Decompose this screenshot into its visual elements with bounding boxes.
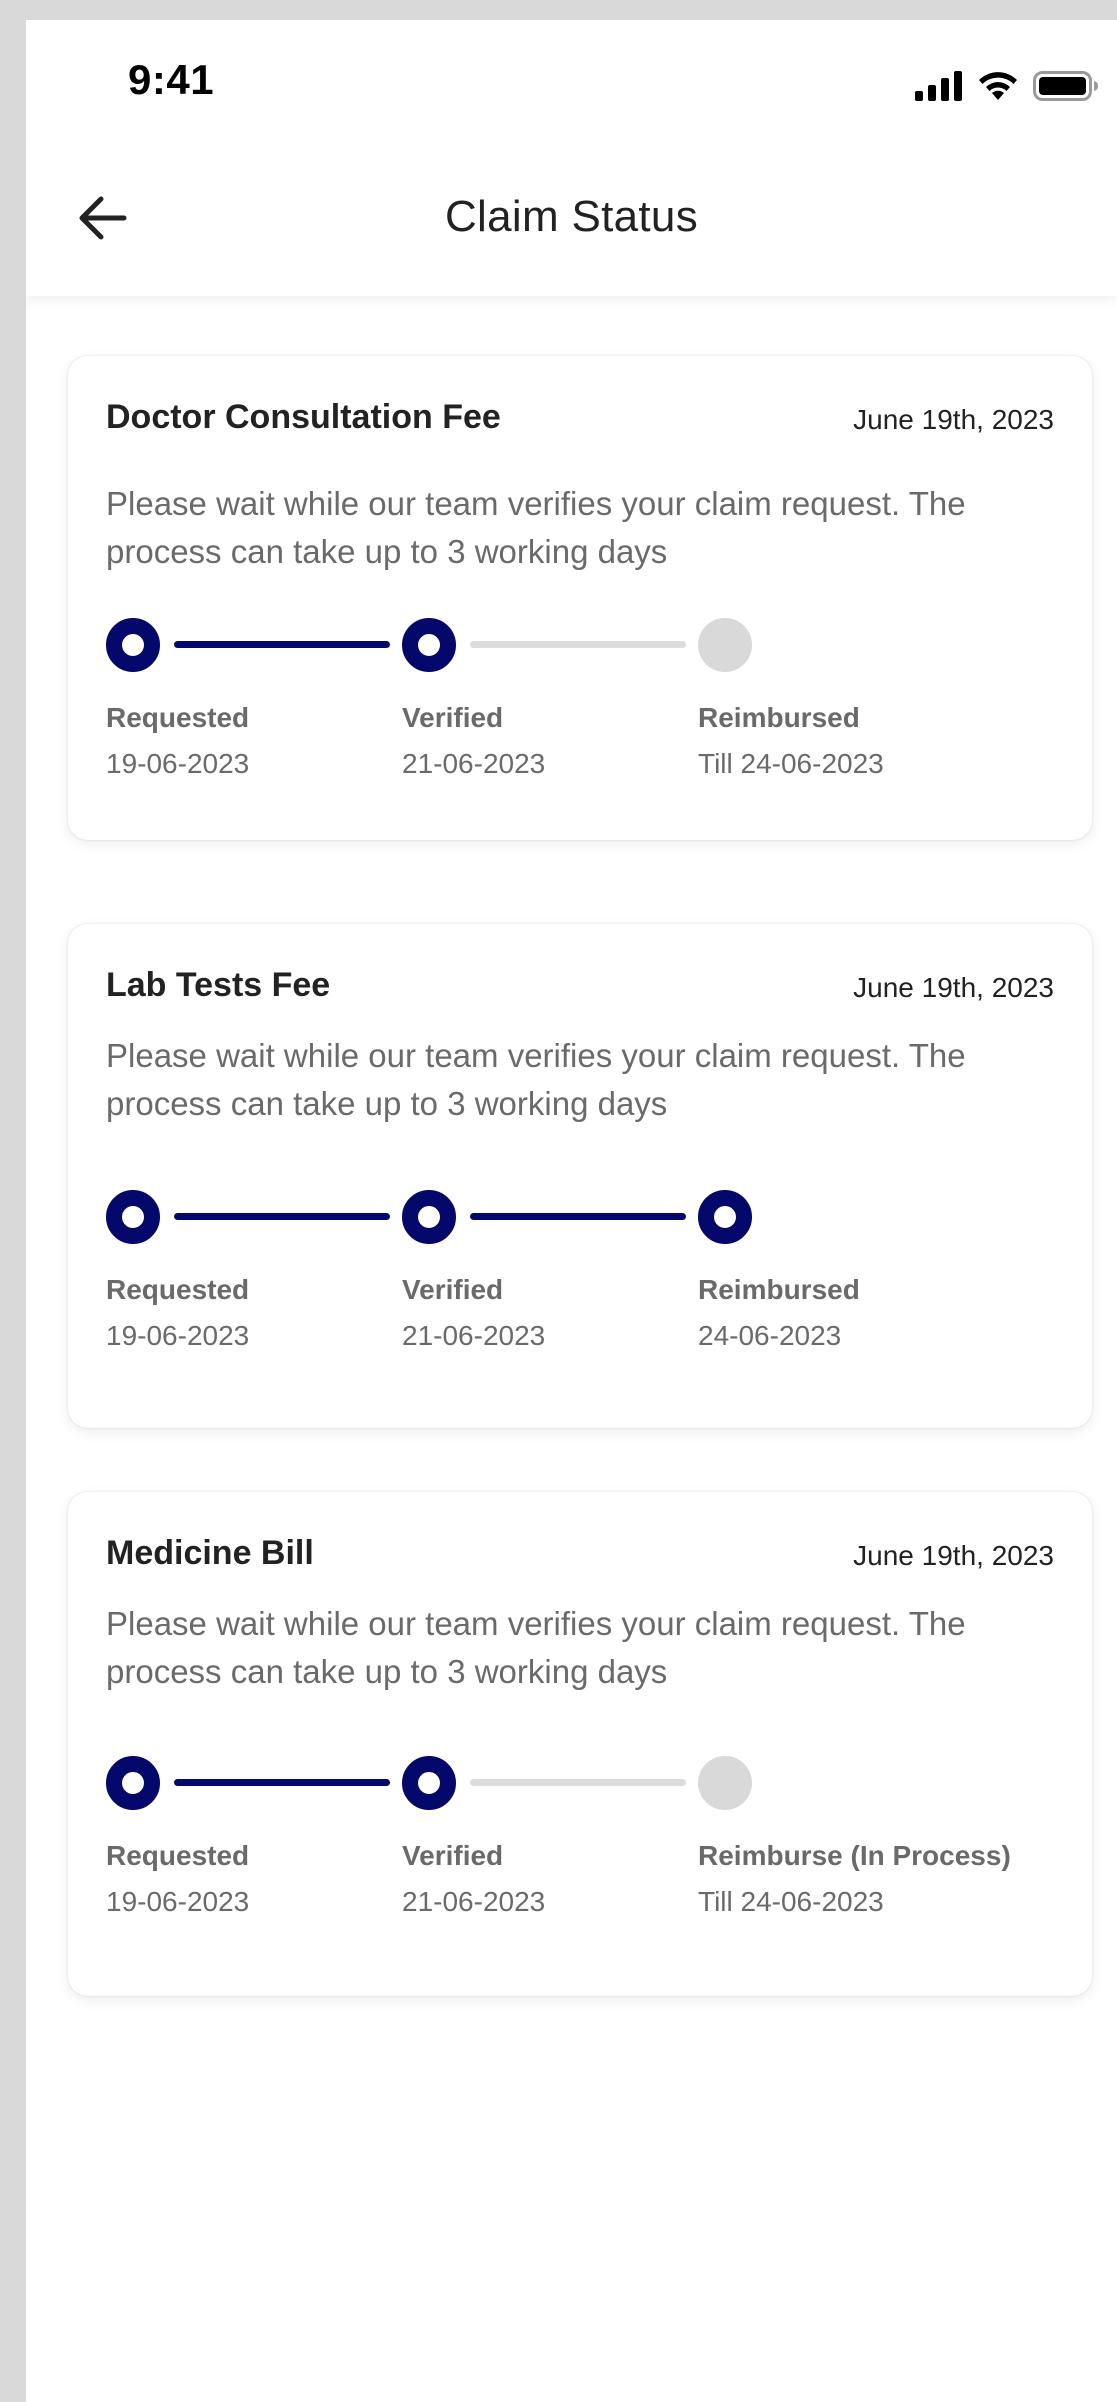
step-indicator — [402, 618, 456, 672]
step-date: 21-06-2023 — [402, 748, 546, 779]
claim-card[interactable]: Doctor Consultation Fee June 19th, 2023 … — [68, 356, 1092, 840]
status-icons — [915, 66, 1099, 106]
step-connector — [174, 1213, 390, 1220]
wifi-icon — [979, 72, 1017, 100]
phone-screen: 9:41 Claim Status Doctor Consultation Fe… — [26, 20, 1117, 2402]
step-date: 19-06-2023 — [106, 1320, 250, 1351]
step-date: 21-06-2023 — [402, 1320, 546, 1351]
battery-icon — [1033, 71, 1098, 101]
step-connector — [174, 641, 390, 648]
step-label: Verified — [402, 702, 504, 733]
step-connector — [470, 641, 686, 648]
claim-title: Medicine Bill — [106, 1534, 314, 1572]
claim-card[interactable]: Medicine Bill June 19th, 2023 Please wai… — [68, 1492, 1092, 1996]
app-header: Claim Status — [26, 140, 1117, 296]
status-time: 9:41 — [128, 56, 215, 103]
step-indicator — [698, 618, 752, 672]
claim-title: Doctor Consultation Fee — [106, 398, 501, 436]
step-connector — [174, 1779, 390, 1786]
step-date: Till 24-06-2023 — [698, 1886, 884, 1917]
page-title: Claim Status — [444, 192, 698, 241]
step-indicator — [698, 1190, 752, 1244]
step-date: Till 24-06-2023 — [698, 748, 884, 779]
step-indicator — [106, 1190, 160, 1244]
step-indicator — [402, 1190, 456, 1244]
claim-description: Please wait while our team verifies your… — [106, 1605, 966, 1690]
progress-tracker: Requested 19-06-2023 Verified 21-06-2023… — [106, 618, 1056, 779]
step-indicator — [402, 1756, 456, 1810]
claim-date: June 19th, 2023 — [853, 1540, 1054, 1571]
step-date: 19-06-2023 — [106, 748, 250, 779]
step-label: Requested — [106, 1840, 250, 1871]
signal-icon — [915, 71, 962, 101]
claim-description: Please wait while our team verifies your… — [106, 1037, 966, 1122]
step-connector — [470, 1213, 686, 1220]
step-label: Requested — [106, 702, 250, 733]
step-date: 24-06-2023 — [698, 1320, 842, 1351]
step-indicator — [698, 1756, 752, 1810]
step-label: Verified — [402, 1840, 504, 1871]
claim-title: Lab Tests Fee — [106, 966, 331, 1004]
step-date: 21-06-2023 — [402, 1886, 546, 1917]
step-label: Requested — [106, 1274, 250, 1305]
step-connector — [470, 1779, 686, 1786]
step-date: 19-06-2023 — [106, 1886, 250, 1917]
status-bar: 9:41 — [26, 20, 1117, 140]
claim-description: Please wait while our team verifies your… — [106, 485, 966, 570]
step-indicator — [106, 618, 160, 672]
progress-tracker: Requested 19-06-2023 Verified 21-06-2023… — [106, 1756, 1056, 1917]
claim-date: June 19th, 2023 — [853, 404, 1054, 435]
claim-date: June 19th, 2023 — [853, 972, 1054, 1003]
step-label: Reimbursed — [698, 1274, 860, 1305]
step-label: Verified — [402, 1274, 504, 1305]
claim-card[interactable]: Lab Tests Fee June 19th, 2023 Please wai… — [68, 924, 1092, 1428]
progress-tracker: Requested 19-06-2023 Verified 21-06-2023… — [106, 1190, 1056, 1351]
step-indicator — [106, 1756, 160, 1810]
step-label: Reimburse (In Process) — [698, 1840, 1011, 1871]
step-label: Reimbursed — [698, 702, 860, 733]
